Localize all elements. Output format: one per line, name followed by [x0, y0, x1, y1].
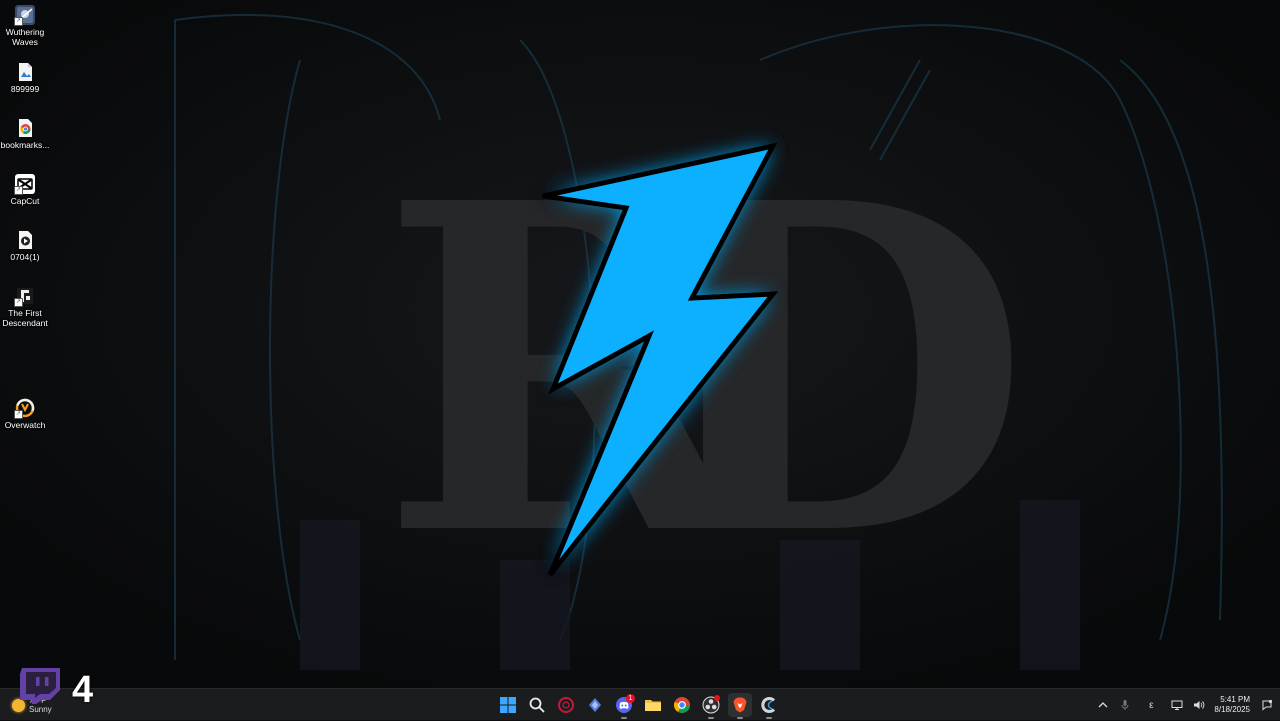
speaker-icon — [1194, 701, 1205, 709]
diamond-icon — [589, 698, 601, 712]
desktop-icon-label: bookmarks... — [0, 140, 50, 150]
show-hidden-icons-button[interactable] — [1092, 694, 1114, 716]
desktop-icon-label: Wuthering Waves — [5, 27, 45, 47]
ccleaner-icon — [761, 697, 776, 713]
twitch-icon — [20, 668, 60, 704]
desktop-icon-899999[interactable]: 899999 — [0, 62, 50, 94]
network-button[interactable] — [1166, 694, 1188, 716]
desktop-icon-label: CapCut — [10, 196, 40, 206]
desktop-icon-capcut[interactable]: ↗ CapCut — [0, 174, 50, 206]
desktop-icon-wuthering-waves[interactable]: ↗ Wuthering Waves — [0, 5, 50, 47]
brave-button[interactable] — [728, 693, 752, 719]
red-circle-icon — [558, 697, 574, 713]
chevron-up-icon — [1098, 702, 1108, 708]
chrome-file-icon — [15, 118, 35, 138]
taskbar-pinned-apps: 1 — [496, 692, 781, 719]
app-red-circle[interactable] — [554, 693, 578, 717]
desktop-icon-bookmarks[interactable]: bookmarks... — [0, 118, 50, 150]
recording-dot — [714, 695, 720, 701]
discord-button[interactable]: 1 — [612, 693, 636, 719]
desktop-wallpaper: R D — [0, 0, 1280, 688]
overlay-counter: 4 — [72, 669, 94, 711]
notification-icon — [1262, 699, 1273, 711]
desktop-icon-label: Overwatch — [4, 420, 46, 430]
windows-icon — [500, 697, 516, 713]
weather-condition: Sunny — [29, 705, 52, 714]
desktop-icon-label: 899999 — [10, 84, 40, 94]
video-file-icon — [15, 230, 35, 250]
chrome-button[interactable] — [670, 693, 694, 717]
start-button[interactable] — [496, 693, 520, 717]
desktop-icon-label: The First Descendant — [2, 308, 48, 328]
obs-button[interactable] — [699, 693, 723, 719]
ccleaner-button[interactable] — [757, 693, 781, 719]
taskbar: 79°F Sunny 1 — [0, 688, 1280, 720]
desktop-icon-overwatch[interactable]: ↗ Overwatch — [0, 398, 50, 430]
network-icon — [1171, 700, 1183, 710]
first-descendant-icon: ↗ — [14, 286, 35, 307]
clock-button[interactable]: 5:41 PM 8/18/2025 — [1210, 695, 1256, 715]
brave-icon — [733, 697, 747, 713]
chrome-icon — [674, 697, 690, 713]
folder-icon — [645, 700, 661, 711]
system-tray: ε 5:41 PM 8/18/2025 — [1092, 689, 1280, 721]
notifications-button[interactable] — [1256, 694, 1278, 716]
search-icon — [529, 697, 545, 713]
desktop-icon-label: 0704(1) — [10, 252, 40, 262]
language-indicator[interactable]: ε — [1140, 694, 1162, 716]
search-button[interactable] — [525, 693, 549, 717]
volume-button[interactable] — [1188, 694, 1210, 716]
wuthering-waves-icon: ↗ — [14, 5, 35, 26]
desktop-icon-the-first-descendant[interactable]: ↗ The First Descendant — [0, 286, 50, 328]
file-explorer-button[interactable] — [641, 693, 665, 717]
clock-date: 8/18/2025 — [1214, 705, 1250, 714]
desktop-icon-0704[interactable]: 0704(1) — [0, 230, 50, 262]
image-file-icon — [15, 62, 35, 82]
clock-time: 5:41 PM — [1220, 695, 1250, 704]
app-blue-diamond[interactable] — [583, 693, 607, 717]
capcut-icon: ↗ — [14, 174, 35, 195]
microphone-icon — [1121, 700, 1129, 710]
overwatch-icon: ↗ — [14, 398, 35, 419]
microphone-button[interactable] — [1114, 694, 1136, 716]
notification-badge: 1 — [626, 694, 635, 703]
